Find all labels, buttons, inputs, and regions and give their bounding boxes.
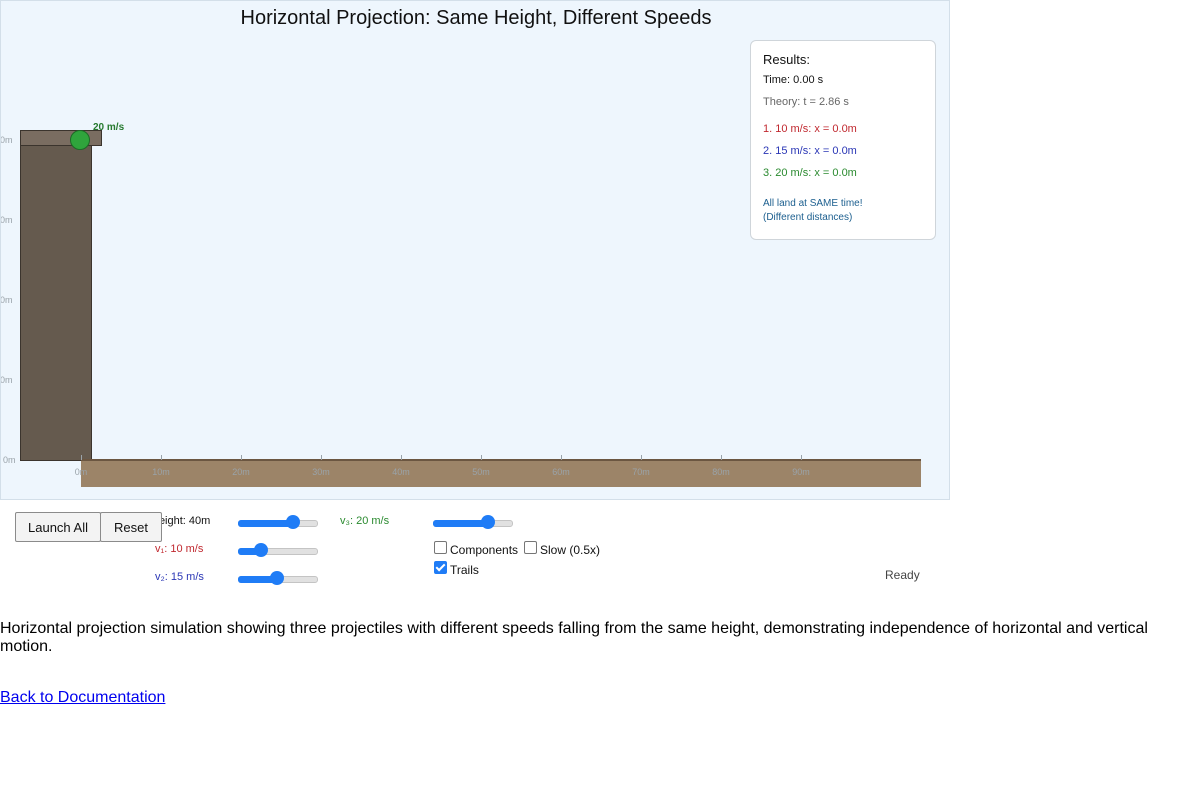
v3-label: v₃: 20 m/s bbox=[340, 515, 390, 527]
y-axis-label: 0m bbox=[3, 455, 16, 465]
x-tick bbox=[801, 455, 802, 460]
height-slider[interactable] bbox=[238, 515, 318, 529]
back-to-documentation-link[interactable]: Back to Documentation bbox=[0, 689, 165, 707]
x-tick bbox=[401, 455, 402, 460]
status-text: Ready bbox=[885, 568, 920, 582]
results-theory: Theory: t = 2.86 s bbox=[763, 96, 849, 108]
components-label: Components bbox=[450, 543, 519, 557]
x-axis-label: 90m bbox=[792, 467, 810, 477]
results-projectile-2: 2. 15 m/s: x = 0.0m bbox=[763, 145, 857, 157]
trails-label: Trails bbox=[450, 563, 479, 577]
y-axis-label: 20m bbox=[0, 295, 13, 305]
slow-checkbox[interactable] bbox=[524, 541, 537, 554]
x-axis-label: 60m bbox=[552, 467, 570, 477]
results-time: Time: 0.00 s bbox=[763, 74, 824, 86]
y-axis-label: 10m bbox=[0, 375, 13, 385]
results-projectile-1: 1. 10 m/s: x = 0.0m bbox=[763, 123, 857, 135]
x-tick bbox=[241, 455, 242, 460]
results-note-sub: (Different distances) bbox=[763, 212, 853, 223]
simulation-canvas: Horizontal Projection: Same Height, Diff… bbox=[0, 0, 950, 500]
projectile-speed-label: 20 m/s bbox=[93, 122, 125, 133]
page-description: Horizontal projection simulation showing… bbox=[0, 620, 1148, 655]
x-tick bbox=[481, 455, 482, 460]
v3-slider[interactable] bbox=[433, 515, 513, 529]
v1-slider[interactable] bbox=[238, 543, 318, 557]
x-axis-label: 0m bbox=[74, 467, 88, 477]
x-axis-label: 20m bbox=[232, 467, 250, 477]
cliff-tower bbox=[20, 143, 92, 461]
x-tick bbox=[561, 455, 562, 460]
x-axis-label: 80m bbox=[712, 467, 730, 477]
launch-all-button[interactable]: Launch All bbox=[15, 512, 101, 542]
results-projectile-3: 3. 20 m/s: x = 0.0m bbox=[763, 167, 857, 179]
sim-title: Horizontal Projection: Same Height, Diff… bbox=[240, 7, 712, 29]
y-axis-label: 30m bbox=[0, 215, 13, 225]
x-tick bbox=[81, 455, 82, 460]
x-axis-label: 70m bbox=[632, 467, 650, 477]
v1-label: v₁: 10 m/s bbox=[155, 543, 204, 555]
x-tick bbox=[721, 455, 722, 460]
results-title: Results: bbox=[763, 52, 810, 67]
y-axis-label: 40m bbox=[0, 135, 13, 145]
x-axis-label: 40m bbox=[392, 467, 410, 477]
trails-checkbox[interactable] bbox=[434, 561, 447, 574]
x-axis-label: 50m bbox=[472, 467, 490, 477]
v2-label: v₂: 15 m/s bbox=[155, 571, 204, 583]
components-checkbox[interactable] bbox=[434, 541, 447, 554]
projectile-ball bbox=[70, 130, 90, 150]
results-panel: Results: Time: 0.00 s Theory: t = 2.86 s… bbox=[750, 40, 936, 240]
x-tick bbox=[321, 455, 322, 460]
x-axis-label: 30m bbox=[312, 467, 330, 477]
reset-button[interactable]: Reset bbox=[100, 512, 162, 542]
v2-slider[interactable] bbox=[238, 571, 318, 585]
x-tick bbox=[641, 455, 642, 460]
x-axis-label: 10m bbox=[152, 467, 170, 477]
results-note: All land at SAME time! bbox=[763, 198, 863, 209]
x-tick bbox=[161, 455, 162, 460]
slow-label: Slow (0.5x) bbox=[540, 543, 601, 557]
